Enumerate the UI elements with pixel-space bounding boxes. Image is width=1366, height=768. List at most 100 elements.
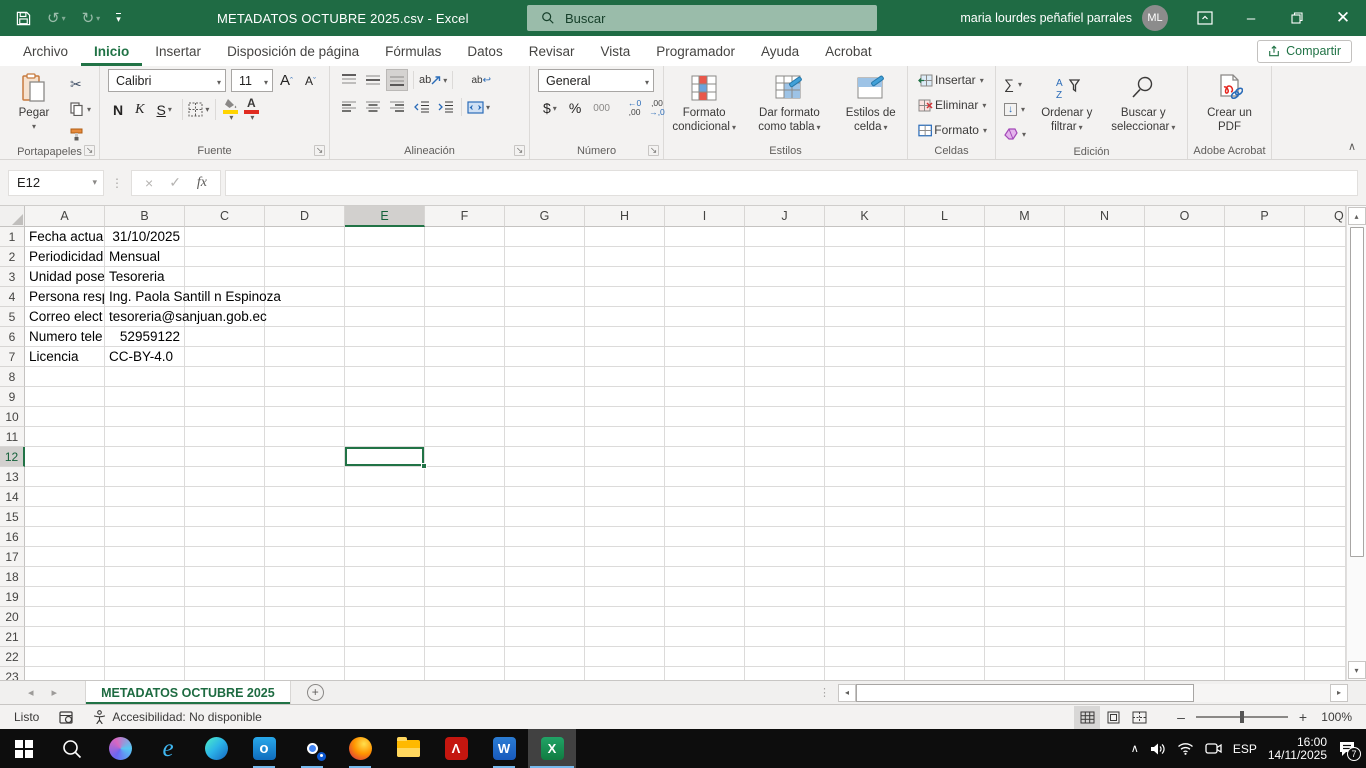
cell-Q16-partial[interactable] bbox=[1305, 527, 1346, 547]
cell-O9[interactable] bbox=[1145, 387, 1225, 407]
cell-E13[interactable] bbox=[345, 467, 425, 487]
cell-L19[interactable] bbox=[905, 587, 985, 607]
cell-E1[interactable] bbox=[345, 227, 425, 247]
cell-N19[interactable] bbox=[1065, 587, 1145, 607]
cell-K10[interactable] bbox=[825, 407, 905, 427]
column-header-I[interactable]: I bbox=[665, 206, 745, 227]
cell-N13[interactable] bbox=[1065, 467, 1145, 487]
cell-H3[interactable] bbox=[585, 267, 665, 287]
cell-F1[interactable] bbox=[425, 227, 505, 247]
align-left-button[interactable] bbox=[338, 96, 360, 118]
redo-button[interactable]: ↻▾ bbox=[82, 9, 101, 27]
cell-E21[interactable] bbox=[345, 627, 425, 647]
chrome-button[interactable] bbox=[288, 729, 336, 768]
cell-L5[interactable] bbox=[905, 307, 985, 327]
cell-D15[interactable] bbox=[265, 507, 345, 527]
cell-F20[interactable] bbox=[425, 607, 505, 627]
cell-G17[interactable] bbox=[505, 547, 585, 567]
column-header-H[interactable]: H bbox=[585, 206, 665, 227]
cell-P1[interactable] bbox=[1225, 227, 1305, 247]
row-header-11[interactable]: 11 bbox=[0, 427, 25, 447]
cell-E9[interactable] bbox=[345, 387, 425, 407]
minimize-button[interactable]: – bbox=[1228, 0, 1274, 36]
copy-button[interactable] bbox=[67, 98, 94, 120]
cell-E14[interactable] bbox=[345, 487, 425, 507]
row-header-3[interactable]: 3 bbox=[0, 267, 25, 287]
row-header-14[interactable]: 14 bbox=[0, 487, 25, 507]
confirm-entry-button[interactable]: ✓ bbox=[169, 174, 181, 191]
cell-J18[interactable] bbox=[745, 567, 825, 587]
cell-B9[interactable] bbox=[105, 387, 185, 407]
cell-C6[interactable] bbox=[185, 327, 265, 347]
cell-N14[interactable] bbox=[1065, 487, 1145, 507]
formula-bar-splitter[interactable]: ⋮ bbox=[111, 176, 124, 190]
formula-input[interactable] bbox=[225, 170, 1358, 196]
ribbon-display-options-button[interactable] bbox=[1182, 0, 1228, 36]
column-header-F[interactable]: F bbox=[425, 206, 505, 227]
column-header-A[interactable]: A bbox=[25, 206, 105, 227]
cell-J14[interactable] bbox=[745, 487, 825, 507]
internet-explorer-button[interactable]: e bbox=[144, 729, 192, 768]
row-header-4[interactable]: 4 bbox=[0, 287, 25, 307]
cell-O18[interactable] bbox=[1145, 567, 1225, 587]
page-break-view-button[interactable] bbox=[1126, 706, 1152, 729]
cell-H18[interactable] bbox=[585, 567, 665, 587]
cell-J22[interactable] bbox=[745, 647, 825, 667]
cell-C7[interactable] bbox=[185, 347, 265, 367]
cell-G12[interactable] bbox=[505, 447, 585, 467]
cell-Q14-partial[interactable] bbox=[1305, 487, 1346, 507]
cell-I5[interactable] bbox=[665, 307, 745, 327]
cell-D7[interactable] bbox=[265, 347, 345, 367]
zoom-in-button[interactable]: + bbox=[1292, 709, 1314, 725]
cell-K18[interactable] bbox=[825, 567, 905, 587]
cell-H17[interactable] bbox=[585, 547, 665, 567]
macro-record-button[interactable] bbox=[59, 711, 73, 724]
cell-O8[interactable] bbox=[1145, 367, 1225, 387]
row-header-18[interactable]: 18 bbox=[0, 567, 25, 587]
cell-G16[interactable] bbox=[505, 527, 585, 547]
row-header-13[interactable]: 13 bbox=[0, 467, 25, 487]
underline-button[interactable]: S bbox=[151, 99, 176, 121]
cell-E6[interactable] bbox=[345, 327, 425, 347]
cell-M21[interactable] bbox=[985, 627, 1065, 647]
cell-K21[interactable] bbox=[825, 627, 905, 647]
cell-H15[interactable] bbox=[585, 507, 665, 527]
cell-E15[interactable] bbox=[345, 507, 425, 527]
cell-J20[interactable] bbox=[745, 607, 825, 627]
cell-H10[interactable] bbox=[585, 407, 665, 427]
cell-J8[interactable] bbox=[745, 367, 825, 387]
cell-B23[interactable] bbox=[105, 667, 185, 680]
cell-G23[interactable] bbox=[505, 667, 585, 680]
cell-K19[interactable] bbox=[825, 587, 905, 607]
cell-K1[interactable] bbox=[825, 227, 905, 247]
zoom-out-button[interactable]: – bbox=[1170, 709, 1192, 725]
align-middle-button[interactable] bbox=[362, 69, 384, 91]
cell-P12[interactable] bbox=[1225, 447, 1305, 467]
cell-O15[interactable] bbox=[1145, 507, 1225, 527]
cell-I9[interactable] bbox=[665, 387, 745, 407]
cell-P15[interactable] bbox=[1225, 507, 1305, 527]
column-header-N[interactable]: N bbox=[1065, 206, 1145, 227]
cut-button[interactable]: ✂ bbox=[67, 73, 94, 95]
cell-D21[interactable] bbox=[265, 627, 345, 647]
cell-Q1-partial[interactable] bbox=[1305, 227, 1346, 247]
cell-C1[interactable] bbox=[185, 227, 265, 247]
cell-B3[interactable]: Tesoreria bbox=[105, 267, 185, 287]
cell-N16[interactable] bbox=[1065, 527, 1145, 547]
cell-L21[interactable] bbox=[905, 627, 985, 647]
page-layout-view-button[interactable] bbox=[1100, 706, 1126, 729]
horizontal-scroll-thumb[interactable] bbox=[856, 684, 1194, 702]
cell-J19[interactable] bbox=[745, 587, 825, 607]
cell-O3[interactable] bbox=[1145, 267, 1225, 287]
cell-L23[interactable] bbox=[905, 667, 985, 680]
cell-K2[interactable] bbox=[825, 247, 905, 267]
cell-G15[interactable] bbox=[505, 507, 585, 527]
normal-view-button[interactable] bbox=[1074, 706, 1100, 729]
cell-H14[interactable] bbox=[585, 487, 665, 507]
cell-G6[interactable] bbox=[505, 327, 585, 347]
cell-C16[interactable] bbox=[185, 527, 265, 547]
cell-O11[interactable] bbox=[1145, 427, 1225, 447]
number-dialog-launcher[interactable]: ↘ bbox=[648, 145, 659, 156]
tab-datos[interactable]: Datos bbox=[454, 36, 515, 66]
cell-G7[interactable] bbox=[505, 347, 585, 367]
